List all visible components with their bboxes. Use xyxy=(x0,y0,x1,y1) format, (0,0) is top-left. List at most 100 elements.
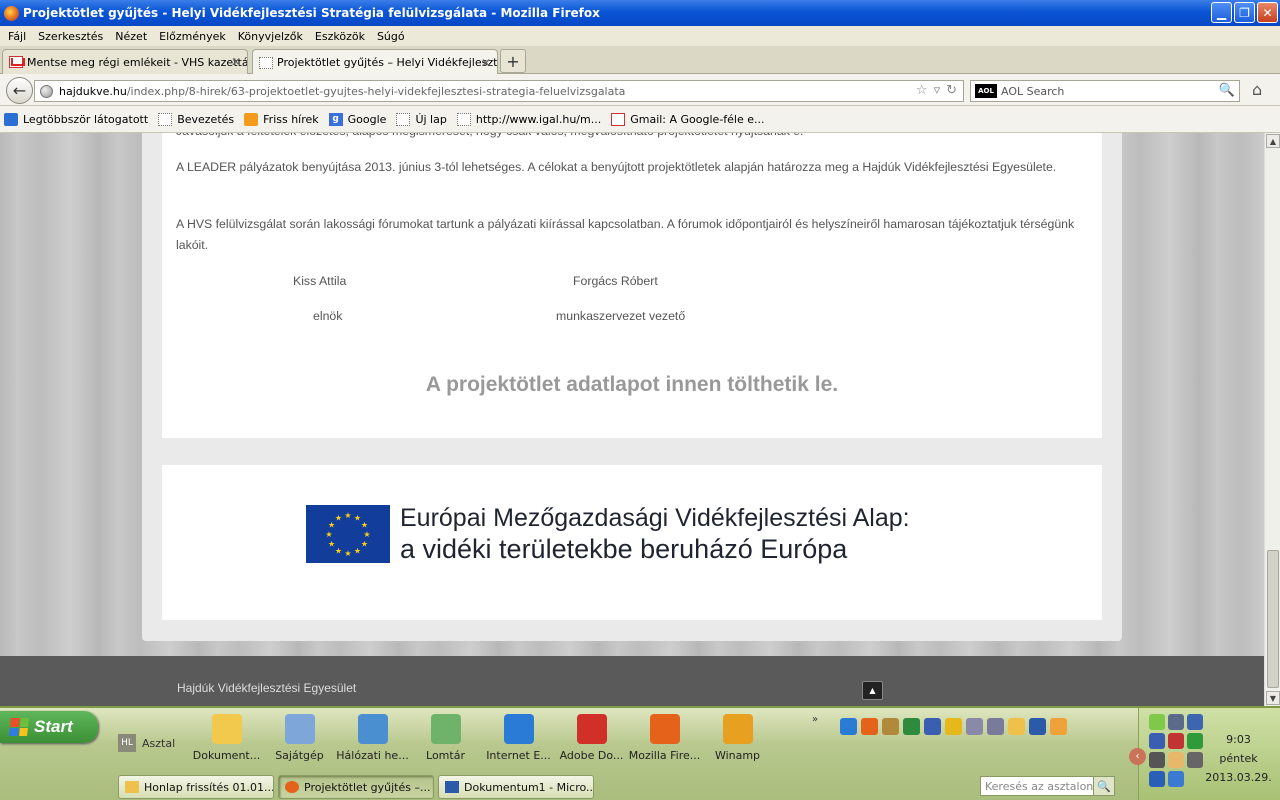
task-firefox[interactable]: Projektötlet gyűjtés –... xyxy=(278,775,434,799)
bookmark-google[interactable]: g Google xyxy=(328,112,386,126)
desktop-shortcut[interactable]: Dokument... xyxy=(190,714,263,762)
task-word[interactable]: Dokumentum1 - Micro... xyxy=(438,775,594,799)
desktop-shortcut-label: Mozilla Fire... xyxy=(628,749,701,762)
content-wrapper: Javasoljuk a feltételek előzetes, alapos… xyxy=(142,133,1122,641)
eu-star-icon: ★ xyxy=(325,530,332,539)
url-bar[interactable]: hajdukve.hu/index.php/8-hirek/63-projekt… xyxy=(34,80,964,102)
eu-line-2: a vidéki területekbe beruházó Európa xyxy=(400,534,848,564)
menu-file[interactable]: Fájl xyxy=(2,30,32,43)
bookmark-igal[interactable]: http://www.igal.hu/m... xyxy=(456,112,601,126)
eu-star-icon: ★ xyxy=(344,511,351,520)
calendar-icon[interactable] xyxy=(987,718,1004,735)
desktop-shortcut[interactable]: Internet E... xyxy=(482,714,555,762)
display-icon[interactable] xyxy=(1168,771,1184,787)
desktop-shortcut[interactable]: Hálózati he... xyxy=(336,714,409,762)
bookmark-bevezetes[interactable]: Bevezetés xyxy=(158,112,234,126)
magnifier-icon[interactable] xyxy=(1187,714,1203,730)
back-button[interactable]: ← xyxy=(6,77,33,104)
desktop-shortcut[interactable]: Adobe Do... xyxy=(555,714,628,762)
bookmark-friss-hirek[interactable]: Friss hírek xyxy=(244,112,319,126)
start-button[interactable]: Start xyxy=(0,711,98,743)
bookmark-uj-lap[interactable]: Új lap xyxy=(396,112,447,126)
eu-star-icon: ★ xyxy=(361,521,368,530)
tray-expand-icon[interactable]: ‹ xyxy=(1129,748,1146,765)
hl-toolbar-icon[interactable]: HL xyxy=(118,734,136,752)
close-button[interactable]: ✕ xyxy=(1257,2,1278,23)
desktop-shortcut[interactable]: Sajátgép xyxy=(263,714,336,762)
tab-vhs[interactable]: Mentse meg régi emlékeit - VHS kazettár.… xyxy=(2,49,248,74)
task-honlap[interactable]: Honlap frissítés 01.01.... xyxy=(118,775,274,799)
menu-bar: Fájl Szerkesztés Nézet Előzmények Könyvj… xyxy=(0,26,1280,46)
window-controls: ▁ ❐ ✕ xyxy=(1211,2,1278,23)
aol-icon[interactable]: AOL xyxy=(975,84,997,98)
search-box[interactable]: AOL AOL Search 🔍 xyxy=(970,80,1240,102)
scroll-down-arrow-icon[interactable]: ▼ xyxy=(1266,691,1280,705)
network-icon[interactable] xyxy=(1149,733,1165,749)
tray-icons xyxy=(1149,714,1203,787)
menu-edit[interactable]: Szerkesztés xyxy=(32,30,109,43)
menu-tools[interactable]: Eszközök xyxy=(309,30,371,43)
search-placeholder: AOL Search xyxy=(1001,84,1065,98)
minimize-button[interactable]: ▁ xyxy=(1211,2,1232,23)
home-icon[interactable]: ⌂ xyxy=(1252,80,1262,99)
tab-close-icon[interactable]: ✕ xyxy=(231,55,241,69)
menu-view[interactable]: Nézet xyxy=(109,30,153,43)
antivirus-icon[interactable] xyxy=(1168,733,1184,749)
device-icon[interactable] xyxy=(1149,752,1165,768)
menu-help[interactable]: Súgó xyxy=(371,30,411,43)
bookmark-star-icon[interactable]: ☆ xyxy=(916,83,928,98)
task-label: Honlap frissítés 01.01.... xyxy=(144,780,274,794)
search-icon[interactable]: 🔍 xyxy=(1093,776,1115,796)
media-player-icon[interactable] xyxy=(924,718,941,735)
volume-icon[interactable] xyxy=(1168,714,1184,730)
folder-icon[interactable] xyxy=(1008,718,1025,735)
article-paragraph: A LEADER pályázatok benyújtása 2013. jún… xyxy=(176,160,1057,174)
wireless-icon[interactable] xyxy=(1149,771,1165,787)
desktop-toolbar-label[interactable]: Asztal xyxy=(142,737,175,750)
bookmark-gmail[interactable]: Gmail: A Google-féle e... xyxy=(611,112,765,126)
page-viewport: Javasoljuk a feltételek előzetes, alapos… xyxy=(0,133,1264,706)
new-tab-button[interactable]: + xyxy=(500,49,526,73)
window-title: Projektötlet gyűjtés - Helyi Vidékfejles… xyxy=(23,6,600,20)
desktop-shortcut-label: Winamp xyxy=(714,749,761,762)
desktop-shortcut-label: Adobe Do... xyxy=(559,749,624,762)
clock[interactable]: 9:03 péntek 2013.03.29. xyxy=(1201,730,1276,787)
excel-icon[interactable] xyxy=(903,718,920,735)
my-computer-icon xyxy=(284,714,315,744)
history-dropdown-icon[interactable]: ▿ xyxy=(934,83,941,98)
scroll-up-arrow-icon[interactable]: ▲ xyxy=(1266,134,1280,148)
tab-projektotlet[interactable]: Projektötlet gyűjtés – Helyi Vidékfejles… xyxy=(252,49,498,75)
desktop-shortcut[interactable]: Mozilla Fire... xyxy=(628,714,701,762)
more-chevron-icon[interactable]: » xyxy=(812,714,818,725)
user-icon[interactable] xyxy=(1168,752,1184,768)
desktop-shortcut[interactable]: Winamp xyxy=(701,714,774,762)
bookmark-most-visited[interactable]: Legtöbbször látogatott xyxy=(4,112,148,126)
desktop-search-input[interactable]: Keresés az asztalon 🔍 xyxy=(980,776,1115,796)
menu-history[interactable]: Előzmények xyxy=(153,30,232,43)
bookmark-label: Gmail: A Google-féle e... xyxy=(630,112,765,126)
word-icon[interactable] xyxy=(1029,718,1046,735)
clock-app-icon[interactable] xyxy=(1050,718,1067,735)
favorites-star-icon[interactable] xyxy=(945,718,962,735)
reload-icon[interactable]: ↻ xyxy=(946,83,957,98)
desktop-shortcut[interactable]: Lomtár xyxy=(409,714,482,762)
ie-icon[interactable] xyxy=(840,718,857,735)
scrollbar-thumb[interactable] xyxy=(1267,550,1279,688)
page-scrollbar[interactable]: ▲ ▼ xyxy=(1264,133,1280,706)
gmail-icon xyxy=(611,112,626,126)
firefox-icon xyxy=(285,781,299,793)
calculator-icon[interactable] xyxy=(966,718,983,735)
search-icon[interactable]: 🔍 xyxy=(1219,83,1235,98)
blank-page-icon xyxy=(396,112,411,126)
google-icon: g xyxy=(328,112,343,126)
tab-close-icon[interactable]: ✕ xyxy=(481,56,491,70)
scroll-to-top-button[interactable]: ▲ xyxy=(862,681,883,700)
eu-line-1: Európai Mezőgazdasági Vidékfejlesztési A… xyxy=(400,504,910,532)
maximize-button[interactable]: ❐ xyxy=(1234,2,1255,23)
recycle-bin-icon xyxy=(430,714,461,744)
messenger-icon[interactable] xyxy=(1149,714,1165,730)
menu-bookmarks[interactable]: Könyvjelzők xyxy=(232,30,309,43)
firefox-icon[interactable] xyxy=(861,718,878,735)
tool-icon[interactable] xyxy=(882,718,899,735)
download-link[interactable]: A projektötlet adatlapot innen tölthetik… xyxy=(162,373,1102,397)
